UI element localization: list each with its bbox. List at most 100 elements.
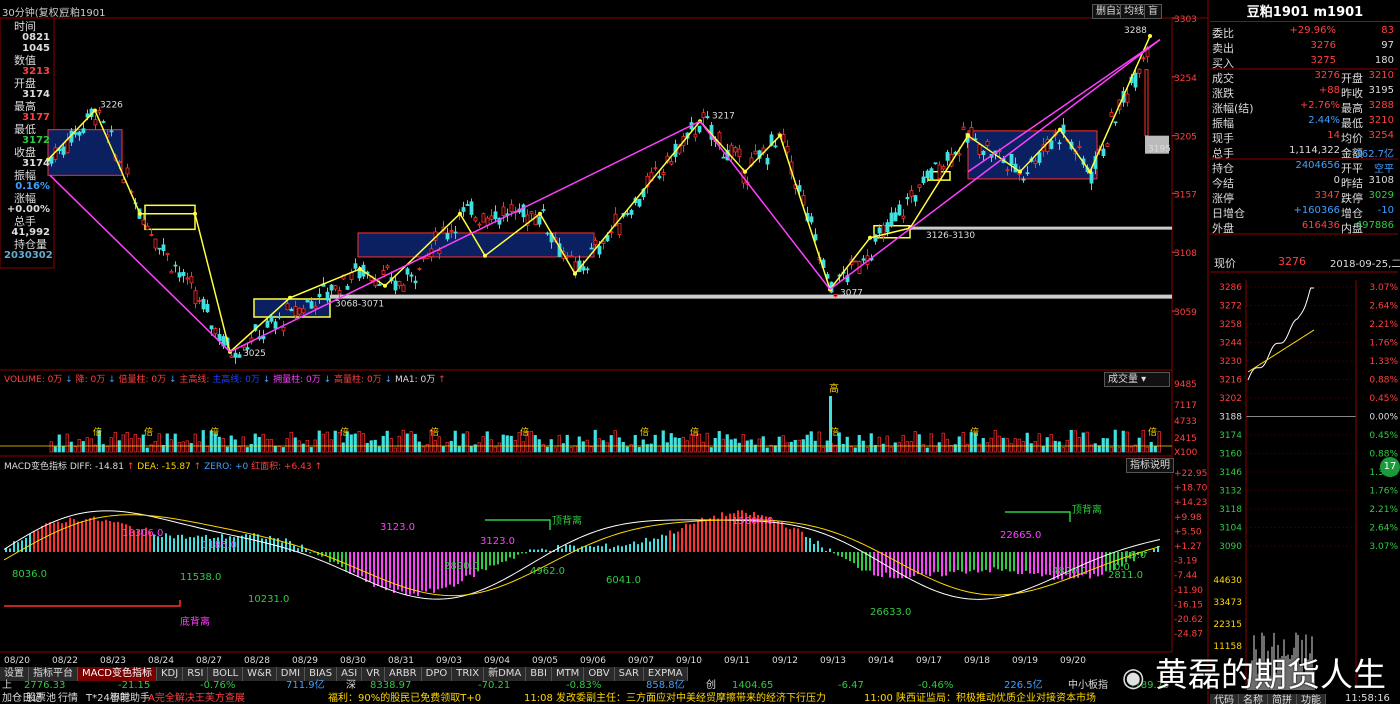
indicator-tab[interactable]: OBV	[584, 667, 615, 681]
macd-annotation: 22665.0	[1000, 530, 1041, 541]
volume-bar	[1113, 429, 1117, 453]
volume-bar	[61, 445, 65, 453]
candle-body	[77, 131, 82, 136]
volume-header-item: 倍量柱: 0万	[118, 375, 169, 385]
volume-bar	[981, 438, 985, 453]
volume-header-item: VOLUME: 0万	[4, 375, 66, 385]
macd-annotation: 顶背离	[1072, 503, 1102, 516]
volume-bar	[841, 444, 845, 453]
candle-body	[1137, 68, 1142, 74]
date-label: 09/12	[772, 656, 798, 666]
index-value: 2776.33	[24, 680, 66, 691]
volume-bar	[81, 441, 85, 453]
volume-axis-label: 2415	[1174, 434, 1197, 444]
volume-bar	[57, 434, 61, 453]
indicator-tab[interactable]: MACD变色指标	[78, 667, 157, 681]
volume-bar	[137, 438, 141, 453]
volume-tag: 倍	[640, 426, 649, 438]
volume-bar	[497, 442, 501, 453]
candle-body	[425, 255, 430, 259]
indicator-tab[interactable]: ASI	[337, 667, 363, 681]
candle-body	[877, 227, 882, 234]
indicator-tab[interactable]: VR	[362, 667, 386, 681]
mini-price-label: 3104	[1219, 524, 1242, 534]
wave-point	[1148, 34, 1152, 39]
volume-dropdown[interactable]: 成交量 ▾	[1104, 372, 1170, 387]
candle-body	[473, 217, 478, 222]
indicator-tab[interactable]: ARBR	[385, 667, 422, 681]
macd-header-item: ZERO: +0	[204, 462, 252, 472]
indicator-tab[interactable]: BBI	[526, 667, 552, 681]
volume-axis-label: 7117	[1174, 401, 1197, 411]
indicator-tab[interactable]: TRIX	[452, 667, 485, 681]
mini-price-label: 3216	[1219, 376, 1242, 386]
side-badge[interactable]: 17	[1380, 457, 1400, 477]
date-label: 08/22	[52, 656, 78, 666]
indicator-tab[interactable]: 设置	[0, 667, 29, 681]
macd-annotation: 2890.0	[444, 561, 479, 572]
indicator-tab[interactable]: DPO	[421, 667, 453, 681]
wave-point	[1088, 169, 1092, 174]
status-item[interactable]: 智能助手	[110, 693, 150, 704]
volume-tag: 倍	[520, 426, 529, 438]
date-label: 09/05	[532, 656, 558, 666]
candle-body	[481, 213, 486, 223]
candle-body	[177, 272, 182, 278]
indicator-tab[interactable]: W&R	[243, 667, 277, 681]
candle-body	[233, 352, 238, 358]
indicator-tab[interactable]: BIAS	[305, 667, 338, 681]
volume-bar	[845, 436, 849, 453]
date-label: 08/30	[340, 656, 366, 666]
volume-bar	[557, 434, 561, 453]
volume-bar	[761, 436, 765, 453]
index-value: -21.15	[118, 680, 151, 691]
candle-body	[125, 167, 130, 175]
volume-bar	[505, 435, 509, 453]
indicator-tab[interactable]: EXPMA	[643, 667, 688, 681]
volume-tag: 倍	[430, 426, 439, 438]
status-item[interactable]: 股票池	[26, 693, 56, 704]
volume-bar	[1125, 431, 1129, 453]
candle-body	[477, 223, 482, 226]
indicator-help-button[interactable]: 指标说明	[1126, 458, 1174, 473]
quote-row-value: +2.76%	[1299, 100, 1340, 111]
volume-bar	[121, 434, 125, 453]
candle-body	[705, 116, 710, 119]
mini-price-label: 3118	[1219, 505, 1242, 515]
indicator-tab[interactable]: KDJ	[156, 667, 184, 681]
candle-body	[305, 299, 310, 303]
indicator-tab[interactable]: MTM	[551, 667, 585, 681]
candle-body	[569, 255, 574, 258]
volume-tag: 倍	[210, 426, 219, 438]
candle-body	[785, 146, 790, 153]
indicator-tab[interactable]: DMI	[276, 667, 306, 681]
index-value: 深	[346, 680, 356, 691]
mini-pct-label: 2.64%	[1369, 524, 1398, 534]
volume-bar	[73, 446, 77, 453]
volume-tag: 倍	[1148, 426, 1157, 438]
volume-dropdown-label: 成交量	[1108, 374, 1138, 385]
volume-bar	[581, 441, 585, 453]
candle-body	[281, 326, 286, 332]
wave-point	[138, 211, 142, 216]
indicator-tab[interactable]: RSI	[183, 667, 209, 681]
indicator-tab[interactable]: SAR	[614, 667, 644, 681]
mini-price-label: 3258	[1219, 320, 1242, 330]
indicator-tab[interactable]: BOLL	[208, 667, 244, 681]
volume-bar	[613, 430, 617, 453]
mini-price-label: 3244	[1219, 339, 1242, 349]
volume-bar	[637, 447, 641, 453]
candle-body	[1113, 121, 1118, 124]
volume-bar	[177, 442, 181, 453]
volume-bar	[465, 431, 469, 453]
period-label[interactable]: 30分钟(复权)	[2, 4, 63, 19]
volume-bar	[173, 433, 177, 453]
volume-bar	[477, 442, 481, 453]
candle-body	[301, 308, 306, 314]
indicator-tab[interactable]: 新DMA	[484, 667, 527, 681]
indicator-tab[interactable]: 指标平台	[29, 667, 78, 681]
blind-button[interactable]: 盲	[1144, 4, 1162, 19]
status-item[interactable]: 行情	[58, 693, 78, 704]
candle-body	[833, 294, 838, 297]
candle-body	[201, 298, 206, 310]
